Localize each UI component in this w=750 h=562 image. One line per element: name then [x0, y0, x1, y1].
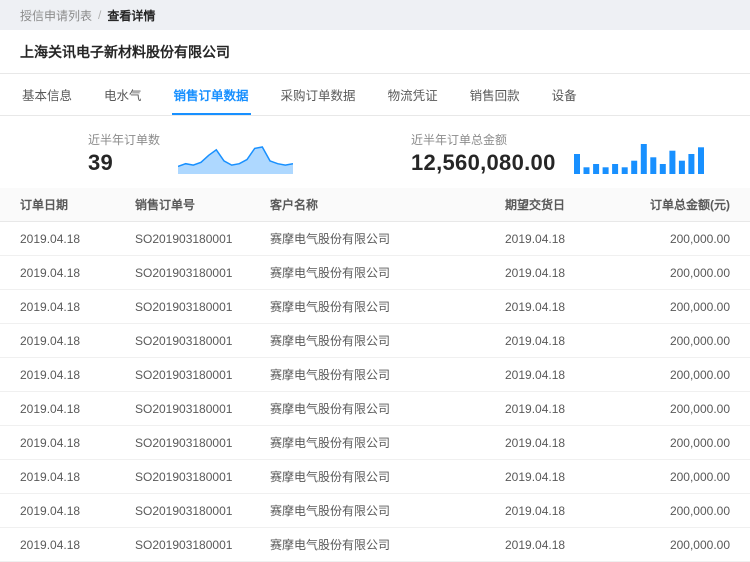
table-cell: 2019.04.18 [0, 324, 135, 358]
table-cell: 2019.04.18 [505, 324, 650, 358]
table-cell: 赛摩电气股份有限公司 [270, 392, 505, 426]
table-cell: 2019.04.18 [505, 460, 650, 494]
table-cell: 200,000.00 [650, 392, 750, 426]
column-header: 销售订单号 [135, 188, 270, 222]
table-cell: 2019.04.18 [0, 392, 135, 426]
table-cell: 赛摩电气股份有限公司 [270, 222, 505, 256]
table-cell: 2019.04.18 [0, 460, 135, 494]
table-cell: 2019.04.18 [505, 392, 650, 426]
table-cell: 2019.04.18 [505, 426, 650, 460]
table-cell: 200,000.00 [650, 358, 750, 392]
stats-section: 近半年订单数 39 近半年订单总金额 12,560,080.00 [0, 116, 750, 188]
table-cell: 200,000.00 [650, 324, 750, 358]
table-cell: 200,000.00 [650, 494, 750, 528]
table-cell: 赛摩电气股份有限公司 [270, 426, 505, 460]
table-row: 2019.04.18SO201903180001赛摩电气股份有限公司2019.0… [0, 494, 750, 528]
table-cell: 2019.04.18 [0, 222, 135, 256]
tab-item[interactable]: 物流凭证 [386, 74, 440, 115]
tab-item[interactable]: 采购订单数据 [279, 74, 358, 115]
table-row: 2019.04.18SO201903180001赛摩电气股份有限公司2019.0… [0, 324, 750, 358]
table-cell: 2019.04.18 [0, 528, 135, 562]
table-cell: 2019.04.18 [505, 256, 650, 290]
stat-order-amount: 近半年订单总金额 12,560,080.00 [411, 131, 704, 175]
table-cell: SO201903180001 [135, 324, 270, 358]
table-cell: 2019.04.18 [505, 290, 650, 324]
table-cell: SO201903180001 [135, 426, 270, 460]
table-cell: 2019.04.18 [0, 426, 135, 460]
tab-item[interactable]: 销售回款 [468, 74, 522, 115]
stat-order-count-label: 近半年订单数 [88, 131, 160, 148]
table-cell: 200,000.00 [650, 222, 750, 256]
table-cell: SO201903180001 [135, 290, 270, 324]
table-row: 2019.04.18SO201903180001赛摩电气股份有限公司2019.0… [0, 392, 750, 426]
table-cell: 200,000.00 [650, 528, 750, 562]
column-header: 订单总金额(元) [650, 188, 750, 222]
table-row: 2019.04.18SO201903180001赛摩电气股份有限公司2019.0… [0, 358, 750, 392]
tab-item[interactable]: 基本信息 [20, 74, 74, 115]
table-row: 2019.04.18SO201903180001赛摩电气股份有限公司2019.0… [0, 460, 750, 494]
table-cell: 赛摩电气股份有限公司 [270, 494, 505, 528]
table-row: 2019.04.18SO201903180001赛摩电气股份有限公司2019.0… [0, 528, 750, 562]
table-cell: SO201903180001 [135, 494, 270, 528]
table-row: 2019.04.18SO201903180001赛摩电气股份有限公司2019.0… [0, 222, 750, 256]
table-cell: 赛摩电气股份有限公司 [270, 290, 505, 324]
table-cell: 2019.04.18 [505, 222, 650, 256]
stat-order-count: 近半年订单数 39 [88, 131, 293, 175]
column-header: 订单日期 [0, 188, 135, 222]
table-cell: 赛摩电气股份有限公司 [270, 256, 505, 290]
breadcrumb: 授信申请列表 / 查看详情 [0, 0, 750, 30]
table-cell: SO201903180001 [135, 256, 270, 290]
table-cell: SO201903180001 [135, 392, 270, 426]
tab-bar: 基本信息电水气销售订单数据采购订单数据物流凭证销售回款设备 [0, 74, 750, 116]
table-cell: 2019.04.18 [505, 528, 650, 562]
table-cell: 2019.04.18 [0, 256, 135, 290]
amount-bar-chart [574, 140, 704, 174]
table-cell: 2019.04.18 [505, 494, 650, 528]
column-header: 期望交货日 [505, 188, 650, 222]
table-cell: SO201903180001 [135, 460, 270, 494]
table-cell: 200,000.00 [650, 426, 750, 460]
tab-item[interactable]: 电水气 [102, 74, 144, 115]
table-cell: 2019.04.18 [0, 494, 135, 528]
table-cell: 赛摩电气股份有限公司 [270, 460, 505, 494]
table-row: 2019.04.18SO201903180001赛摩电气股份有限公司2019.0… [0, 256, 750, 290]
breadcrumb-current: 查看详情 [107, 7, 155, 24]
table-cell: 赛摩电气股份有限公司 [270, 528, 505, 562]
table-cell: 2019.04.18 [0, 358, 135, 392]
table-row: 2019.04.18SO201903180001赛摩电气股份有限公司2019.0… [0, 290, 750, 324]
page-header: 上海关讯电子新材料股份有限公司 [0, 30, 750, 74]
column-header: 客户名称 [270, 188, 505, 222]
table-cell: 200,000.00 [650, 460, 750, 494]
table-cell: 200,000.00 [650, 290, 750, 324]
stat-order-amount-value: 12,560,080.00 [411, 150, 556, 175]
stat-order-count-value: 39 [88, 150, 113, 175]
breadcrumb-separator: / [98, 8, 101, 22]
orders-table-header: 订单日期销售订单号客户名称期望交货日订单总金额(元) [0, 188, 750, 222]
table-cell: 赛摩电气股份有限公司 [270, 324, 505, 358]
orders-table: 订单日期销售订单号客户名称期望交货日订单总金额(元) 2019.04.18SO2… [0, 188, 750, 562]
orders-sparkline-chart [178, 142, 293, 174]
table-cell: SO201903180001 [135, 358, 270, 392]
tab-item[interactable]: 销售订单数据 [172, 74, 251, 115]
tab-item[interactable]: 设备 [550, 74, 579, 115]
table-row: 2019.04.18SO201903180001赛摩电气股份有限公司2019.0… [0, 426, 750, 460]
stat-order-amount-label: 近半年订单总金额 [411, 131, 556, 148]
table-cell: 2019.04.18 [505, 358, 650, 392]
table-cell: 赛摩电气股份有限公司 [270, 358, 505, 392]
table-cell: 2019.04.18 [0, 290, 135, 324]
breadcrumb-parent-link[interactable]: 授信申请列表 [20, 7, 92, 24]
table-cell: SO201903180001 [135, 222, 270, 256]
table-cell: SO201903180001 [135, 528, 270, 562]
page-title: 上海关讯电子新材料股份有限公司 [20, 42, 730, 62]
table-cell: 200,000.00 [650, 256, 750, 290]
